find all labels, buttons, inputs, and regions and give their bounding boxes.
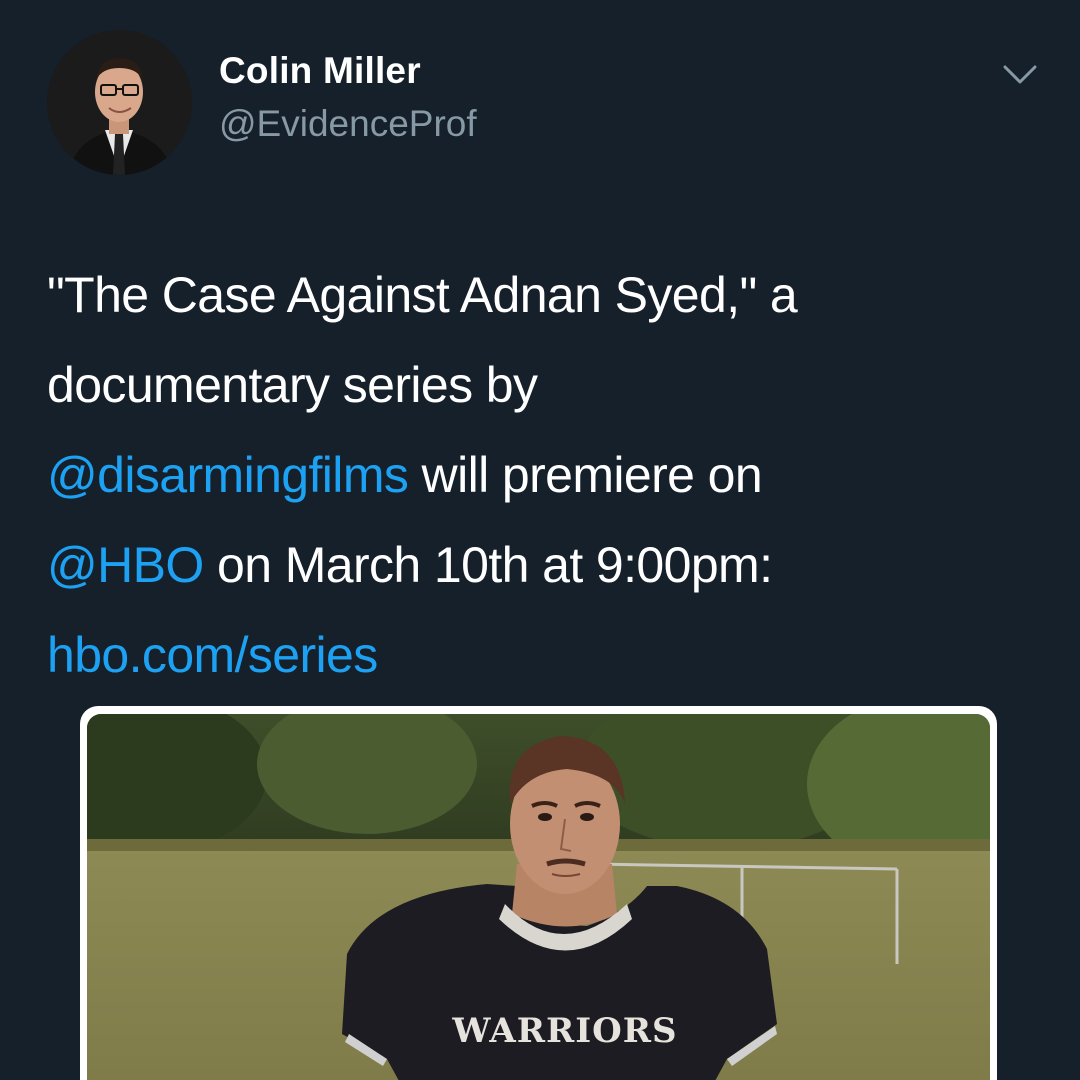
tweet-text-line: @disarmingfilms will premiere on	[47, 430, 1047, 520]
mention-link-hbo[interactable]: @HBO	[47, 537, 204, 593]
tweet-text-line: "The Case Against Adnan Syed," a	[47, 267, 798, 323]
mention-link-disarmingfilms[interactable]: @disarmingfilms	[47, 447, 409, 503]
tweet-text-line: @HBO on March 10th at 9:00pm:	[47, 520, 1047, 610]
tweet-text-line: documentary series by	[47, 357, 538, 413]
chevron-down-icon[interactable]	[1002, 62, 1038, 88]
tweet-text-segment: will premiere on	[408, 447, 763, 503]
avatar[interactable]	[47, 30, 192, 175]
url-link[interactable]: hbo.com/series	[47, 627, 378, 683]
tweet-media[interactable]: WARRIORS	[80, 706, 997, 1080]
tweet-text: "The Case Against Adnan Syed," a documen…	[47, 250, 1047, 700]
jersey-text: WARRIORS	[451, 1011, 677, 1051]
avatar-image	[47, 30, 192, 175]
tweet-text-line: hbo.com/series	[47, 610, 1047, 700]
tweet: Colin Miller @EvidenceProf "The Case Aga…	[0, 0, 1080, 1080]
tweet-text-segment: on March 10th at 9:00pm:	[203, 537, 773, 593]
media-photo: WARRIORS	[87, 714, 990, 1080]
author-display-name[interactable]: Colin Miller	[219, 50, 421, 92]
author-handle[interactable]: @EvidenceProf	[219, 103, 477, 145]
